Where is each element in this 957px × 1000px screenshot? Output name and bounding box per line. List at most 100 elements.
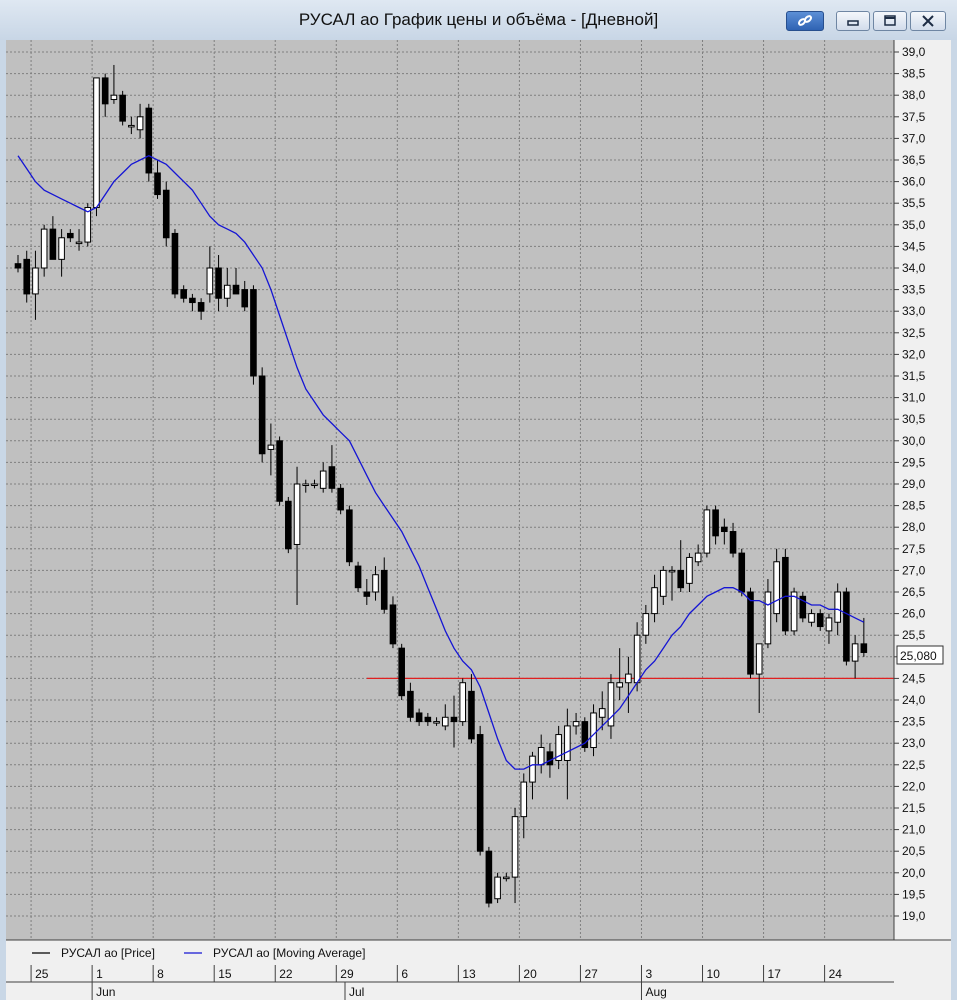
candle-body-up — [616, 682, 623, 688]
link-button[interactable] — [786, 11, 824, 31]
candle-body-down — [346, 509, 353, 563]
candle-body-down — [476, 734, 484, 852]
candle-body-down — [337, 487, 344, 511]
month-label: Aug — [645, 985, 666, 999]
candle-body-down — [162, 189, 170, 239]
candle-body-down — [677, 569, 685, 589]
candle-body-up — [311, 483, 318, 486]
y-tick-label: 24,5 — [902, 671, 926, 685]
x-tick-label: 10 — [707, 967, 721, 981]
y-tick-label: 31,5 — [902, 369, 926, 383]
minimize-button[interactable] — [836, 11, 870, 31]
candle-body-down — [424, 716, 432, 723]
y-tick-label: 26,0 — [902, 607, 926, 621]
candle-body-up — [136, 116, 144, 131]
legend-ma-label: РУСАЛ ао [Moving Average] — [213, 946, 365, 960]
candle-body-up — [529, 755, 536, 783]
candle-body-down — [782, 556, 789, 632]
candle — [346, 505, 353, 567]
x-tick-label: 22 — [279, 967, 293, 981]
y-tick-label: 36,5 — [902, 153, 926, 167]
candle — [93, 77, 100, 217]
candle — [162, 181, 170, 247]
candle-body-up — [651, 587, 658, 615]
candle-body-down — [721, 526, 728, 533]
y-tick-label: 35,0 — [902, 218, 926, 232]
y-tick-label: 31,0 — [902, 391, 926, 405]
candle-body-up — [659, 569, 667, 597]
y-tick-label: 29,5 — [902, 455, 926, 469]
y-tick-label: 23,0 — [902, 736, 926, 750]
candle-body-up — [642, 613, 650, 636]
y-tick-label: 30,0 — [902, 434, 926, 448]
candle-body-down — [171, 232, 179, 295]
candle — [250, 285, 257, 385]
y-tick-label: 30,5 — [902, 412, 926, 426]
candle-body-up — [441, 716, 449, 727]
x-tick-label: 29 — [340, 967, 354, 981]
y-tick-label: 32,5 — [902, 326, 926, 340]
candle-body-up — [293, 483, 301, 545]
candle-body-up — [851, 643, 859, 662]
y-tick-label: 38,0 — [902, 88, 926, 102]
y-tick-label: 22,5 — [902, 758, 926, 772]
y-tick-label: 21,0 — [902, 823, 926, 837]
maximize-button[interactable] — [873, 11, 907, 31]
candle-body-up — [633, 634, 641, 684]
candle-body-up — [128, 124, 135, 128]
candle-body-down — [380, 569, 388, 610]
candle — [145, 103, 153, 182]
candle-body-down — [145, 107, 153, 174]
candle-body-up — [694, 552, 702, 563]
y-tick-label: 23,5 — [902, 715, 926, 729]
candle-body-down — [860, 643, 868, 653]
x-tick-label: 15 — [218, 967, 232, 981]
month-label: Jun — [96, 985, 115, 999]
title-bar: РУСАЛ ао График цены и объёма - [Дневной… — [0, 0, 957, 40]
y-tick-label: 35,5 — [902, 196, 926, 210]
candle-body-down — [546, 751, 554, 766]
close-icon — [922, 15, 934, 27]
candle — [398, 643, 405, 700]
y-tick-label: 27,0 — [902, 563, 926, 577]
x-tick-label: 1 — [96, 967, 103, 981]
y-tick-label: 19,5 — [902, 887, 926, 901]
candle — [258, 367, 266, 463]
candle-body-up — [572, 721, 580, 727]
candlestick-chart[interactable]: 39,0 38,5 38,0 37,5 37,0 36,5 36,0 35,5 35,0 34,5… — [6, 40, 951, 1000]
candle-body-up — [84, 207, 92, 243]
candle — [790, 587, 798, 636]
y-tick-label: 37,5 — [902, 110, 926, 124]
candle-body-down — [276, 440, 283, 502]
candle-body-down — [101, 77, 109, 105]
candle — [494, 872, 501, 904]
candle-body-down — [450, 716, 458, 723]
y-tick-label: 34,5 — [902, 239, 926, 253]
candle-body-up — [834, 591, 841, 623]
candle-body-down — [189, 297, 196, 304]
y-tick-label: 28,5 — [902, 499, 926, 513]
minimize-icon — [847, 20, 859, 26]
candle-body-down — [241, 289, 249, 308]
candle-body-up — [267, 444, 275, 450]
candle-body-down — [485, 850, 493, 904]
candle-body-up — [668, 569, 676, 573]
candle-body-down — [232, 284, 240, 295]
candle-body-up — [703, 509, 711, 554]
candle-body-up — [564, 725, 571, 761]
candle-body-up — [686, 556, 693, 584]
close-button[interactable] — [910, 11, 946, 31]
candle — [747, 587, 754, 679]
candle — [703, 505, 711, 558]
y-tick-label: 32,0 — [902, 347, 926, 361]
candle-body-down — [119, 94, 126, 122]
candle-body-down — [258, 375, 266, 455]
candle-body-down — [328, 466, 336, 489]
candle-body-down — [468, 690, 475, 740]
maximize-icon — [884, 15, 896, 26]
x-tick-label: 8 — [157, 967, 164, 981]
chart-window: РУСАЛ ао График цены и объёма - [Дневной… — [0, 0, 957, 1000]
candle — [485, 846, 493, 908]
y-tick-label: 26,5 — [902, 585, 926, 599]
candle-body-down — [354, 565, 362, 589]
